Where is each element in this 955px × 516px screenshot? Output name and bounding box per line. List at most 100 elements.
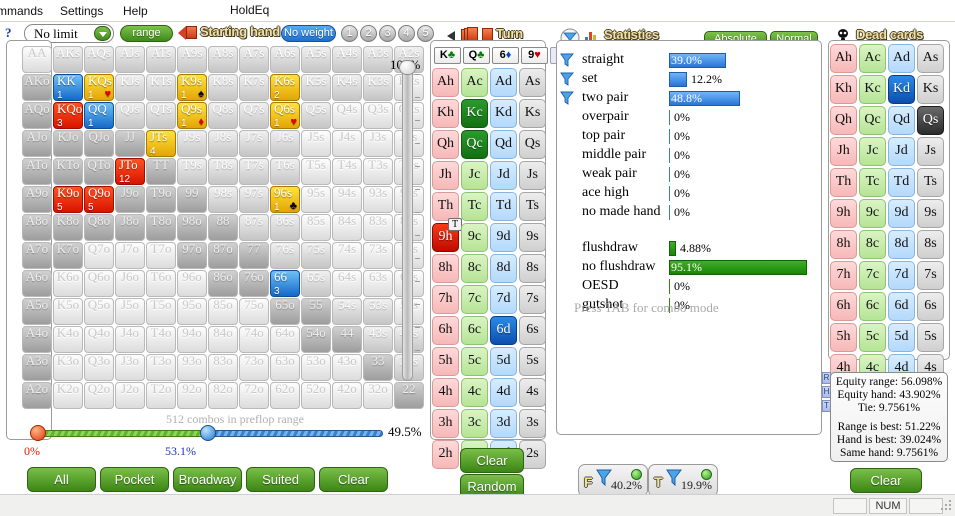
hand-cell-Q5s[interactable]: Q5s bbox=[301, 102, 331, 129]
filter-funnel-icon[interactable] bbox=[560, 72, 574, 86]
board-card-9c[interactable]: 9c bbox=[461, 223, 488, 252]
hand-cell-55[interactable]: 55 bbox=[301, 298, 331, 325]
hand-cell-T7s[interactable]: T7s bbox=[239, 158, 269, 185]
hand-cell-44[interactable]: 44 bbox=[332, 326, 362, 353]
hand-cell-A8s[interactable]: A8s bbox=[208, 46, 238, 73]
board-card-6s[interactable]: 6s bbox=[519, 316, 546, 345]
hand-cell-JTo[interactable]: JTo 12 bbox=[115, 158, 145, 185]
hand-cell-97o[interactable]: 97o bbox=[177, 242, 207, 269]
board-card-6d[interactable]: 6d bbox=[490, 316, 517, 345]
hand-cell-98s[interactable]: 98s bbox=[208, 186, 238, 213]
dead-card-9s[interactable]: 9s bbox=[917, 199, 944, 228]
hand-cell-T2o[interactable]: T2o bbox=[146, 382, 176, 409]
hand-cell-T9o[interactable]: T9o bbox=[146, 186, 176, 213]
clear-range-button[interactable]: Clear bbox=[319, 467, 388, 492]
resize-grip[interactable] bbox=[939, 500, 953, 514]
hand-cell-KTs[interactable]: KTs bbox=[146, 74, 176, 101]
hand-cell-85s[interactable]: 85s bbox=[301, 214, 331, 241]
hand-cell-AA[interactable]: AA bbox=[22, 46, 52, 73]
hand-cell-J8o[interactable]: J8o bbox=[115, 214, 145, 241]
hand-cell-T5s[interactable]: T5s bbox=[301, 158, 331, 185]
dead-card-9c[interactable]: 9c bbox=[859, 199, 886, 228]
hand-cell-84o[interactable]: 84o bbox=[208, 326, 238, 353]
board-card-9h[interactable]: 9h T bbox=[432, 218, 462, 252]
board-card-9d[interactable]: 9d bbox=[490, 223, 517, 252]
hand-cell-AQs[interactable]: AQs bbox=[84, 46, 114, 73]
hand-cell-J6o[interactable]: J6o bbox=[115, 270, 145, 297]
board-card-6h[interactable]: 6h bbox=[432, 316, 459, 345]
hand-cell-A9s[interactable]: A9s bbox=[177, 46, 207, 73]
dead-card-As[interactable]: As bbox=[917, 44, 944, 73]
dead-card-5s[interactable]: 5s bbox=[917, 323, 944, 352]
hand-cell-63o[interactable]: 63o bbox=[270, 354, 300, 381]
board-card-2h[interactable]: 2h bbox=[432, 440, 459, 469]
range-slider-knob-mid[interactable] bbox=[200, 425, 216, 441]
dead-card-Jd[interactable]: Jd bbox=[888, 137, 915, 166]
hand-cell-A5s[interactable]: A5s bbox=[301, 46, 331, 73]
board-card-As[interactable]: As bbox=[519, 68, 546, 97]
hand-cell-J8s[interactable]: J8s bbox=[208, 130, 238, 157]
hand-cell-JJ[interactable]: JJ bbox=[115, 130, 145, 157]
dead-card-Qs[interactable]: Qs bbox=[917, 106, 944, 135]
weight-button-5[interactable]: 5 bbox=[417, 25, 434, 42]
hand-cell-43s[interactable]: 43s bbox=[363, 326, 393, 353]
dead-card-5c[interactable]: 5c bbox=[859, 323, 886, 352]
hand-cell-Q5o[interactable]: Q5o bbox=[84, 298, 114, 325]
hand-cell-K5o[interactable]: K5o bbox=[53, 298, 83, 325]
hand-cell-K7o[interactable]: K7o bbox=[53, 242, 83, 269]
hand-cell-93s[interactable]: 93s bbox=[363, 186, 393, 213]
dead-card-Ac[interactable]: Ac bbox=[859, 44, 886, 73]
board-card-5c[interactable]: 5c bbox=[461, 347, 488, 376]
board-card-7s[interactable]: 7s bbox=[519, 285, 546, 314]
dead-card-8d[interactable]: 8d bbox=[888, 230, 915, 259]
hand-cell-A3o[interactable]: A3o bbox=[22, 354, 52, 381]
hand-cell-K8s[interactable]: K8s bbox=[208, 74, 238, 101]
hand-cell-AJo[interactable]: AJo bbox=[22, 130, 52, 157]
board-card-picker[interactable]: Ah Ac Ad As Kh Kc Kd Ks Qh Qc Qd Qs Jh Jc Jd Js Th Tc Td Ts… bbox=[432, 68, 546, 469]
hand-cell-J4s[interactable]: J4s bbox=[332, 130, 362, 157]
board-card-Qc[interactable]: Qc bbox=[461, 130, 488, 159]
hand-cell-A5o[interactable]: A5o bbox=[22, 298, 52, 325]
hand-cell-KJo[interactable]: KJo bbox=[53, 130, 83, 157]
weight-slider-knob[interactable] bbox=[399, 60, 416, 75]
board-card-3s[interactable]: 3s bbox=[519, 409, 546, 438]
hand-cell-AQo[interactable]: AQo bbox=[22, 102, 52, 129]
board-card-5d[interactable]: 5d bbox=[490, 347, 517, 376]
weight-button-3[interactable]: 3 bbox=[379, 25, 396, 42]
board-card-Ad[interactable]: Ad bbox=[490, 68, 517, 97]
dead-card-Jc[interactable]: Jc bbox=[859, 137, 886, 166]
hand-cell-QJo[interactable]: QJo bbox=[84, 130, 114, 157]
range-slider-track-blue[interactable] bbox=[208, 430, 383, 437]
hand-cell-J7o[interactable]: J7o bbox=[115, 242, 145, 269]
board-card-7d[interactable]: 7d bbox=[490, 285, 517, 314]
dead-card-Ks[interactable]: Ks bbox=[917, 75, 944, 104]
hand-cell-88[interactable]: 88 bbox=[208, 214, 238, 241]
dead-card-Ad[interactable]: Ad bbox=[888, 44, 915, 73]
hand-cell-K2o[interactable]: K2o bbox=[53, 382, 83, 409]
board-card-Ah[interactable]: Ah bbox=[432, 68, 459, 97]
hand-cell-64o[interactable]: 64o bbox=[270, 326, 300, 353]
hand-cell-Q6s[interactable]: Q6s 1 ♥ bbox=[270, 102, 300, 129]
hand-cell-A6o[interactable]: A6o bbox=[22, 270, 52, 297]
hand-cell-73s[interactable]: 73s bbox=[363, 242, 393, 269]
hand-cell-KTo[interactable]: KTo bbox=[53, 158, 83, 185]
weight-button-1[interactable]: 1 bbox=[341, 25, 358, 42]
hand-cell-KQs[interactable]: KQs 1 ♥ bbox=[84, 74, 114, 101]
board-card-4d[interactable]: 4d bbox=[490, 378, 517, 407]
hand-cell-75s[interactable]: 75s bbox=[301, 242, 331, 269]
dead-card-8c[interactable]: 8c bbox=[859, 230, 886, 259]
hand-cell-T3s[interactable]: T3s bbox=[363, 158, 393, 185]
hand-cell-J7s[interactable]: J7s bbox=[239, 130, 269, 157]
board-card-Js[interactable]: Js bbox=[519, 161, 546, 190]
hand-cell-J2o[interactable]: J2o bbox=[115, 382, 145, 409]
weight-slider-track[interactable] bbox=[402, 66, 413, 381]
hand-cell-Q2o[interactable]: Q2o bbox=[84, 382, 114, 409]
board-card-5h[interactable]: 5h bbox=[432, 347, 459, 376]
dead-card-Qh[interactable]: Qh bbox=[830, 106, 857, 135]
hand-cell-85o[interactable]: 85o bbox=[208, 298, 238, 325]
dead-card-8s[interactable]: 8s bbox=[917, 230, 944, 259]
hand-cell-T9s[interactable]: T9s bbox=[177, 158, 207, 185]
hand-cell-Q4s[interactable]: Q4s bbox=[332, 102, 362, 129]
hand-cell-AKs[interactable]: AKs bbox=[53, 46, 83, 73]
hand-cell-K8o[interactable]: K8o bbox=[53, 214, 83, 241]
